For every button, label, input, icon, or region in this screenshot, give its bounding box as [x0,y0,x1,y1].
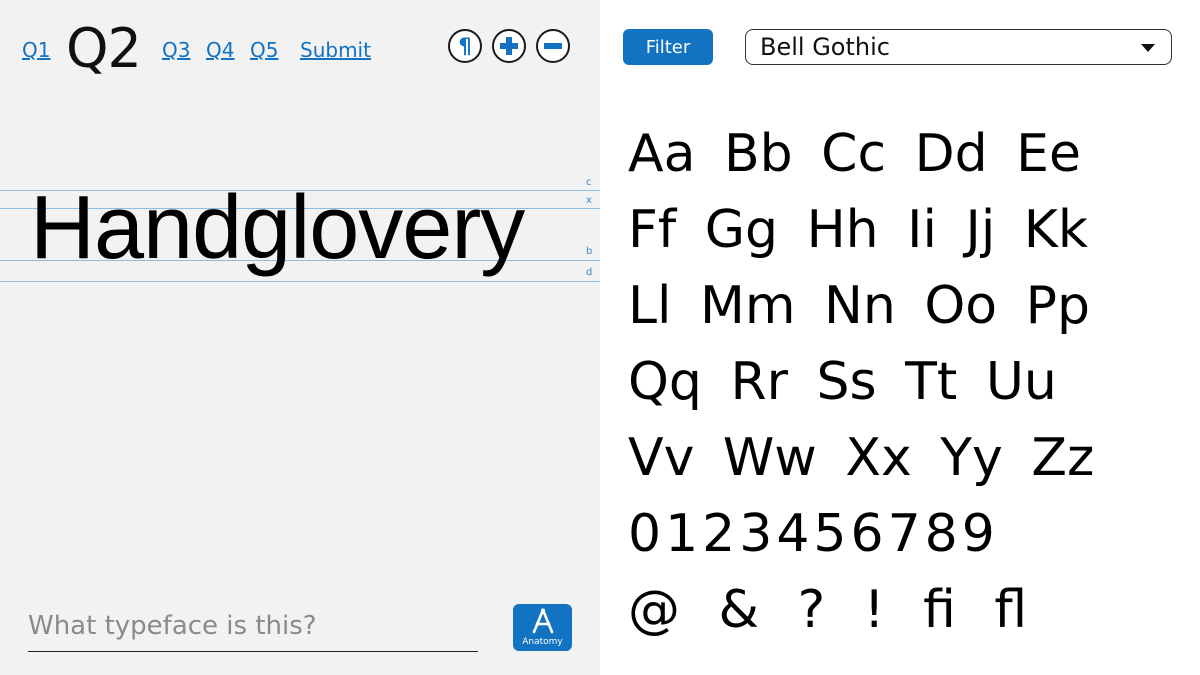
pilcrow-icon: ¶ [458,34,471,58]
pilcrow-button[interactable]: ¶ [448,29,482,63]
descender-guide [0,281,600,282]
answer-input[interactable] [28,604,478,648]
nav-q2-current: Q2 [66,17,142,80]
nav-q5-link[interactable]: Q5 [250,38,278,62]
glyph-specimen: Aa Bb Cc Dd Ee Ff Gg Hh Ii Jj Kk Ll Mm N… [628,116,1094,648]
question-panel: Q1 Q2 Q3 Q4 Q5 Submit ¶ c x b d Handglov… [0,0,600,675]
specimen-text: Handglovery [30,178,525,278]
minus-icon [544,43,562,49]
glyph-row-5: Vv Ww Xx Yy Zz [628,428,1095,488]
anatomy-button[interactable]: Anatomy [513,604,572,651]
baseline-label: b [586,246,593,257]
glyph-row-2: Ff Gg Hh Ii Jj Kk [628,200,1089,260]
svg-text:¶: ¶ [458,34,471,58]
font-select-value: Bell Gothic [760,33,890,61]
answer-field [28,604,478,652]
glyph-row-3: Ll Mm Nn Oo Pp [628,276,1091,336]
glyph-row-symbols: @ & ? ! ﬁ ﬂ [628,580,1028,640]
glyph-row-1: Aa Bb Cc Dd Ee [628,124,1082,184]
x-height-label: x [586,195,592,206]
zoom-out-button[interactable] [536,29,570,63]
font-panel: Filter Bell Gothic Aa Bb Cc Dd Ee Ff Gg … [600,0,1200,675]
submit-link[interactable]: Submit [300,38,371,62]
zoom-in-button[interactable] [492,29,526,63]
plus-icon [500,37,518,55]
filter-button[interactable]: Filter [623,29,713,65]
anatomy-label: Anatomy [522,637,563,647]
nav-q3-link[interactable]: Q3 [162,38,190,62]
glyph-row-digits: 0123456789 [628,504,999,564]
anatomy-a-icon [532,608,554,634]
font-select[interactable]: Bell Gothic [745,29,1172,65]
glyph-row-4: Qq Rr Ss Tt Uu [628,352,1057,412]
nav-q1-link[interactable]: Q1 [22,38,50,62]
nav-q4-link[interactable]: Q4 [206,38,234,62]
descender-label: d [586,267,593,278]
dropdown-caret-icon [1141,44,1155,52]
cap-height-label: c [586,177,592,188]
